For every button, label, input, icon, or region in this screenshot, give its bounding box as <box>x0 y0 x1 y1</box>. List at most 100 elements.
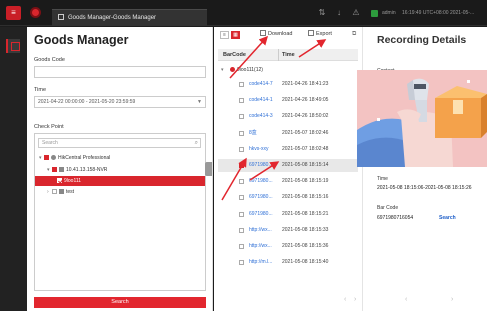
time-range-select[interactable]: 2021-04-22 00:00:00 - 2021-05-20 23:59:5… <box>34 96 206 108</box>
chevron-down-icon: ▼ <box>197 99 202 105</box>
barcode-cell[interactable]: http://wx... <box>249 224 277 237</box>
scanner-illustration <box>357 70 487 167</box>
row-checkbox[interactable] <box>239 195 244 201</box>
barcode-label: Bar Code <box>377 205 399 211</box>
camera-status-icon <box>230 67 235 72</box>
search-placeholder: Search <box>42 140 58 146</box>
row-checkbox[interactable] <box>239 130 244 136</box>
barcode-cell[interactable]: 6971980... <box>249 191 277 204</box>
table-row[interactable]: http://m.l... 2021-05-08 18:15:40 <box>218 256 358 269</box>
barcode-cell[interactable]: code414-3 <box>249 110 277 123</box>
table-row[interactable]: 8盒 2021-05-07 18:02:46 <box>218 127 358 140</box>
search-button[interactable]: Search <box>34 297 206 308</box>
row-checkbox[interactable] <box>239 146 244 152</box>
time-cell: 2021-04-26 18:49:05 <box>282 97 329 104</box>
tree-node-label: 9loo111 <box>64 178 82 184</box>
grid-view-icon[interactable]: ▦ <box>231 31 240 39</box>
search-icon[interactable]: ⌕ <box>195 139 198 147</box>
column-header-barcode[interactable]: BarCode <box>223 49 246 61</box>
page-title: Goods Manager <box>34 33 129 47</box>
tree-node-label: HikCentral Professional <box>58 155 111 161</box>
table-row[interactable]: 6971980... 2021-05-08 18:15:21 <box>218 208 358 221</box>
row-checkbox[interactable] <box>239 227 244 233</box>
time-cell: 2021-04-26 18:41:23 <box>282 81 329 87</box>
tree-checkbox[interactable] <box>57 178 62 183</box>
time-range-value: 2021-04-22 00:00:00 - 2021-05-20 23:59:5… <box>38 99 136 105</box>
barcode-value: 6971980716054 <box>377 215 414 221</box>
goods-code-input[interactable] <box>34 66 206 78</box>
popout-icon[interactable]: ⧉ <box>352 31 356 38</box>
list-view-icon[interactable]: ≡ <box>220 31 229 39</box>
table-row[interactable]: 6971980... 2021-05-08 18:15:16 <box>218 191 358 204</box>
menu-icon[interactable]: ≡ <box>6 6 21 20</box>
row-checkbox[interactable] <box>239 114 244 120</box>
row-checkbox[interactable] <box>239 260 244 266</box>
content-image[interactable] <box>357 70 487 167</box>
barcode-search-link[interactable]: Search <box>439 215 456 221</box>
download-label: Download <box>268 31 293 37</box>
details-title: Recording Details <box>377 34 467 46</box>
row-checkbox[interactable] <box>239 211 244 217</box>
user-icon[interactable] <box>371 10 378 17</box>
table-row[interactable]: 6971980... 2021-05-08 18:15:14 <box>218 159 358 172</box>
time-cell: 2021-05-08 18:15:19 <box>282 178 329 185</box>
goods-manager-icon[interactable] <box>6 39 20 53</box>
table-row[interactable]: http://wx... 2021-05-08 18:15:33 <box>218 224 358 237</box>
barcode-cell[interactable]: 6971980... <box>249 175 277 188</box>
export-label: Export <box>316 31 332 37</box>
row-checkbox[interactable] <box>239 98 244 104</box>
barcode-cell[interactable]: 6971980... <box>249 208 277 221</box>
filter-panel: Goods Manager Goods Code Time 2021-04-22… <box>27 27 213 311</box>
caret-down-icon[interactable]: ▾ <box>221 65 226 75</box>
tree-checkbox[interactable] <box>52 189 57 194</box>
tree-checkbox[interactable] <box>44 155 49 160</box>
next-record-icon[interactable]: › <box>451 296 453 303</box>
goods-code-label: Goods Code <box>34 57 65 63</box>
time-cell: 2021-05-07 18:02:48 <box>282 145 329 152</box>
tree-checkbox[interactable] <box>52 167 57 172</box>
tab-goods-manager[interactable]: Goods Manager-Goods Manager <box>52 9 207 26</box>
prev-record-icon[interactable]: ‹ <box>405 296 407 303</box>
alarm-icon[interactable]: ⚠ <box>352 9 360 17</box>
prev-page-icon[interactable]: ‹ <box>344 296 346 303</box>
row-checkbox[interactable] <box>239 244 244 249</box>
checkpoint-search-input[interactable]: Search ⌕ <box>38 138 201 148</box>
download-button[interactable]: Download <box>260 30 292 37</box>
barcode-cell[interactable]: code414-7 <box>249 78 277 91</box>
row-checkbox[interactable] <box>239 163 244 168</box>
site-icon <box>51 155 56 160</box>
table-row[interactable]: code414-1 2021-04-26 18:49:05 <box>218 94 358 107</box>
table-row[interactable]: code414-7 2021-04-26 18:41:23 <box>218 78 358 91</box>
row-checkbox[interactable] <box>239 179 244 185</box>
table-row[interactable]: 6971980... 2021-05-08 18:15:19 <box>218 175 358 188</box>
time-cell: 2021-05-08 18:15:40 <box>282 259 329 266</box>
time-cell: 2021-04-26 18:50:02 <box>282 113 329 120</box>
barcode-cell[interactable]: code414-1 <box>249 94 277 107</box>
export-button[interactable]: Export <box>308 30 332 37</box>
username[interactable]: admin <box>382 10 396 17</box>
table-row[interactable]: hkvs-xxy 2021-05-07 18:02:48 <box>218 143 358 156</box>
time-label: Time <box>377 176 388 182</box>
collapse-handle[interactable] <box>205 162 212 176</box>
barcode-cell[interactable]: http://wx... <box>249 240 277 253</box>
barcode-cell[interactable]: http://m.l... <box>249 256 277 269</box>
tree-node-9loo111[interactable]: 9loo111 <box>35 176 205 186</box>
barcode-cell[interactable]: 6971980... <box>249 159 277 172</box>
time-cell: 2021-05-08 18:15:21 <box>282 210 329 217</box>
next-page-icon[interactable]: › <box>354 296 356 303</box>
column-header-time[interactable]: Time <box>278 49 295 61</box>
module-icon <box>58 14 64 20</box>
barcode-cell[interactable]: 8盒 <box>249 127 277 140</box>
tree-node-nvr[interactable]: ▾ 10.41.13.158-NVR <box>35 165 205 175</box>
time-cell: 2021-05-08 18:15:33 <box>282 226 329 233</box>
row-checkbox[interactable] <box>239 82 244 87</box>
table-row[interactable]: http://wx... 2021-05-08 18:15:36 <box>218 240 358 253</box>
time-cell: 2021-05-08 18:15:16 <box>282 194 329 201</box>
download-center-icon[interactable]: ↓ <box>335 9 343 17</box>
group-row[interactable]: ▾ 9loo111(12) <box>218 65 358 75</box>
tree-node-test[interactable]: › test <box>35 187 205 197</box>
table-row[interactable]: code414-3 2021-04-26 18:50:02 <box>218 110 358 123</box>
tools-icon[interactable]: ⇅ <box>318 9 326 17</box>
barcode-cell[interactable]: hkvs-xxy <box>249 143 277 156</box>
tree-node-hikcentral[interactable]: ▾ HikCentral Professional <box>35 153 205 163</box>
